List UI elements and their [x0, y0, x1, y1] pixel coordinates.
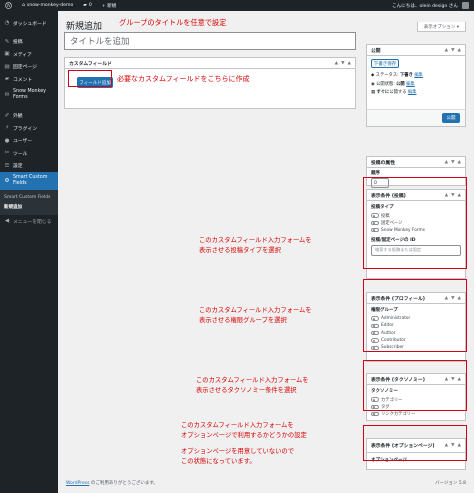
submenu-smart-custom-fields[interactable]: Smart Custom Fields [0, 192, 58, 202]
move-down-icon[interactable]: ▼ [451, 160, 454, 165]
move-up-icon[interactable]: ▲ [445, 160, 448, 165]
taxonomy-option[interactable]: リンクカテゴリー [371, 411, 461, 418]
collapse-menu-button[interactable]: ◀ メニューを閉じる [0, 215, 58, 228]
edit-visibility-link[interactable]: 編集 [406, 82, 415, 87]
submenu: Smart Custom Fields 新規追加 [0, 190, 58, 215]
publish-box-title: 公開 [371, 48, 381, 54]
svg-text:W: W [6, 3, 11, 8]
menu-pages[interactable]: ▤ 固定ページ [0, 61, 58, 74]
post-attributes-title: 投稿の属性 [371, 160, 395, 166]
edit-status-link[interactable]: 編集 [414, 73, 423, 78]
admin-sidebar: ◔ ダッシュボード ✎ 投稿 ▣ メディア ▤ 固定ページ ▰ コメント ✉ Snow Mo… [0, 11, 58, 493]
home-icon: ⌂ [22, 3, 25, 8]
annotation-box-conditions-profile [363, 279, 467, 352]
move-up-icon[interactable]: ▲ [445, 48, 448, 53]
visibility-row: ◉ 公開状態: 公開 編集 [371, 81, 415, 87]
pin-icon: ✎ [4, 38, 10, 45]
dashboard-icon: ◔ [4, 20, 10, 27]
avatar [462, 2, 469, 9]
footer-version: バージョン 5.8 [435, 481, 466, 486]
wordpress-link[interactable]: WordPress [66, 481, 89, 486]
menu-snow-monkey-forms[interactable]: ✉ Snow Monkey Forms [0, 86, 58, 104]
annotation-add-field-note: 必要なカスタムフィールドをこちらに作成 [117, 75, 250, 83]
account-menu[interactable]: こんにちは、olein design さん [387, 2, 474, 9]
menu-media[interactable]: ▣ メディア [0, 48, 58, 61]
admin-bar: W ⌂ snow-monkey-demo ▰ 0 + 新規 こんにちは、olei… [0, 0, 474, 11]
media-icon: ▣ [4, 51, 10, 58]
title-input[interactable]: タイトルを追加 [64, 32, 356, 50]
settings-icon: ☰ [4, 162, 10, 169]
footer-thanks: WordPress のご利用ありがとうございます。 [66, 481, 158, 486]
toggle-icon[interactable]: ▲ [348, 61, 351, 66]
plugin-icon: ⚡ [5, 125, 9, 132]
toggle-icon[interactable]: ▲ [458, 48, 461, 53]
annotation-title-note: グループのタイトルを任意で設定 [119, 18, 227, 27]
annotation-box-conditions-options [363, 425, 467, 461]
annotation-profile-note: このカスタムフィールド入力フォームを 表示させる権限グループを選択 [199, 307, 312, 324]
user-icon: ● [4, 137, 10, 144]
annotation-box-conditions-post [363, 177, 467, 269]
menu-dashboard[interactable]: ◔ ダッシュボード [0, 17, 58, 30]
custom-fields-box-title: カスタムフィールド [69, 61, 112, 67]
forms-icon: ✉ [4, 91, 10, 98]
move-down-icon[interactable]: ▼ [341, 61, 344, 66]
annotation-post-note: このカスタムフィールド入力フォームを 表示させる投稿タイプを選択 [199, 237, 312, 254]
menu-settings[interactable]: ☰ 設定 [0, 160, 58, 173]
schedule-row: ▦ すぐに公開する 編集 [371, 90, 417, 95]
publish-box: 公開 ▲ ▼ ▲ 下書き保存 ◆ ステータス: 下書き 編集 ◉ 公開状態: 公開 … [366, 44, 466, 127]
page-icon: ▤ [4, 63, 10, 70]
move-down-icon[interactable]: ▼ [451, 48, 454, 53]
move-up-icon[interactable]: ▲ [335, 61, 338, 66]
comments-link[interactable]: ▰ 0 [78, 3, 96, 8]
tools-icon: ✂ [4, 150, 10, 157]
menu-posts[interactable]: ✎ 投稿 [0, 36, 58, 49]
wordpress-logo-icon[interactable]: W [0, 2, 17, 9]
site-name-link[interactable]: ⌂ snow-monkey-demo [17, 3, 78, 8]
status-row: ◆ ステータス: 下書き 編集 [371, 73, 423, 78]
order-label: 順序 [371, 171, 380, 176]
menu-smart-custom-fields[interactable]: ⚙ Smart Custom Fields [0, 172, 58, 190]
edit-schedule-link[interactable]: 編集 [408, 90, 417, 95]
menu-tools[interactable]: ✂ ツール [0, 147, 58, 160]
new-content-link[interactable]: + 新規 [97, 3, 122, 9]
comment-bubble-icon: ▰ [83, 3, 87, 8]
menu-comments[interactable]: ▰ コメント [0, 73, 58, 86]
publish-button[interactable]: 公開 [442, 113, 460, 123]
annotation-box-add-field [68, 70, 112, 87]
gear-icon: ⚙ [4, 178, 10, 184]
screen-options-button[interactable]: 表示オプション ▾ [416, 22, 466, 32]
annotation-taxonomy-note: このカスタムフィールド入力フォームを 表示させるタクソノミー条件を選択 [196, 377, 309, 394]
annotation-options-note: このカスタムフィールド入力フォームを オプションページで利用するかどうかの設定 … [181, 422, 307, 465]
annotation-box-conditions-taxonomy [363, 360, 467, 411]
save-draft-button[interactable]: 下書き保存 [371, 59, 399, 68]
submenu-add-new[interactable]: 新規追加 [0, 202, 58, 212]
menu-plugins[interactable]: ⚡ プラグイン [0, 122, 58, 135]
toggle-switch[interactable] [371, 411, 379, 417]
menu-appearance[interactable]: ✐ 外観 [0, 110, 58, 123]
menu-users[interactable]: ● ユーザー [0, 135, 58, 148]
comment-icon: ▰ [4, 76, 10, 83]
toggle-icon[interactable]: ▲ [458, 160, 461, 165]
appearance-icon: ✐ [4, 112, 10, 119]
page-title: 新規追加 [66, 22, 103, 32]
collapse-icon: ◀ [4, 218, 10, 225]
